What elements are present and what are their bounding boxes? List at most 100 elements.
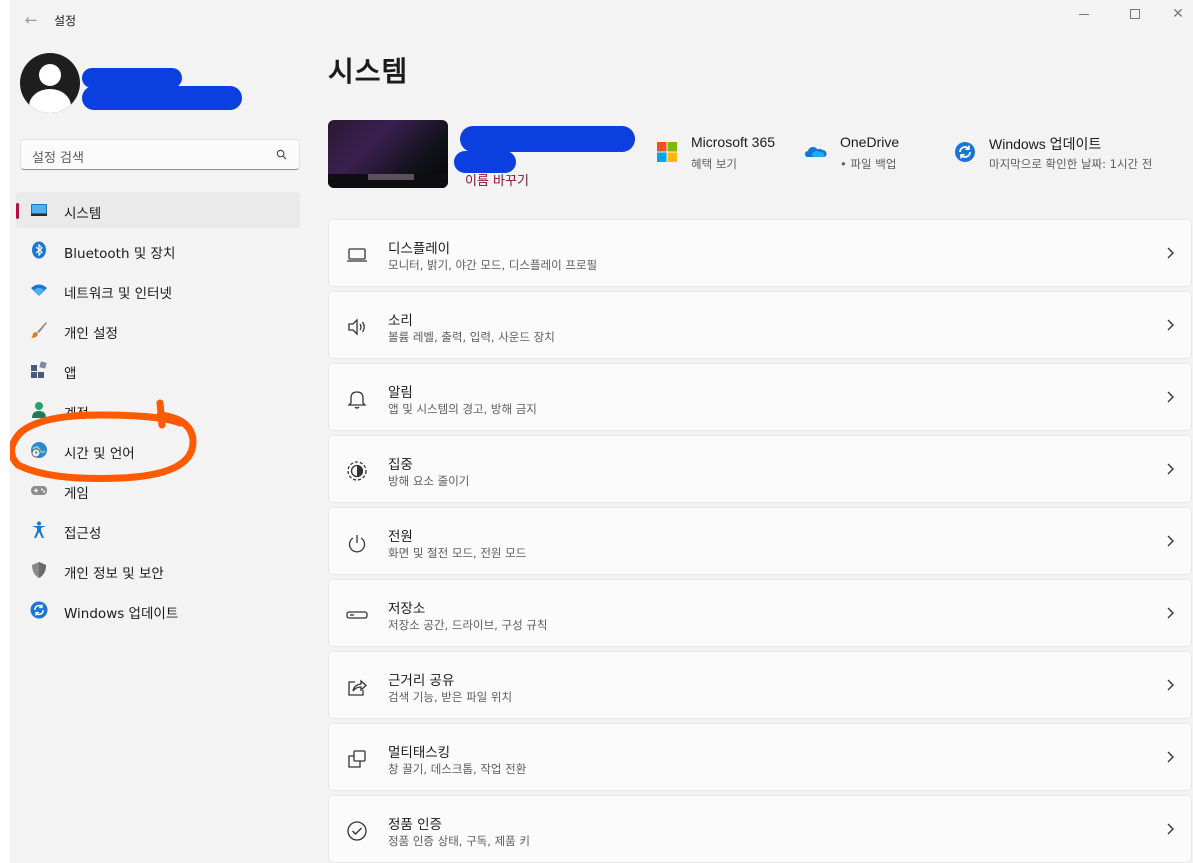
sidebar-item-label: 개인 정보 및 보안 bbox=[64, 566, 164, 582]
settings-row-subtitle: 저장소 공간, 드라이브, 구성 규칙 bbox=[388, 618, 548, 632]
settings-row-title: 집중 bbox=[388, 457, 413, 473]
rename-link[interactable]: 이름 바꾸기 bbox=[465, 170, 529, 189]
sidebar-item-label: 시스템 bbox=[64, 206, 102, 222]
wifi-icon bbox=[31, 284, 47, 296]
onedrive-card[interactable]: OneDrive • 파일 백업 bbox=[804, 134, 944, 174]
onedrive-subtitle: • 파일 백업 bbox=[840, 157, 897, 171]
redacted-name bbox=[82, 68, 182, 88]
sidebar-item-network[interactable]: 네트워크 및 인터넷 bbox=[16, 272, 300, 308]
chevron-right-icon bbox=[1167, 319, 1174, 331]
bell-icon bbox=[347, 391, 367, 409]
settings-row-title: 근거리 공유 bbox=[388, 673, 455, 689]
left-edge bbox=[0, 0, 10, 863]
sidebar-item-accessibility[interactable]: 접근성 bbox=[16, 512, 300, 548]
sidebar-item-label: 시간 및 언어 bbox=[64, 446, 135, 462]
speaker-icon bbox=[348, 318, 365, 336]
page-title: 시스템 bbox=[328, 55, 409, 88]
sidebar-item-gaming[interactable]: 게임 bbox=[16, 472, 300, 508]
settings-row-title: 알림 bbox=[388, 385, 413, 401]
sidebar-item-personalization[interactable]: 개인 설정 bbox=[16, 312, 300, 348]
settings-row-subtitle: 방해 요소 줄이기 bbox=[388, 474, 470, 488]
monitor-icon bbox=[31, 204, 47, 216]
power-icon bbox=[348, 535, 366, 553]
maximize-button[interactable] bbox=[1113, 4, 1157, 24]
settings-row-title: 전원 bbox=[388, 529, 413, 545]
chevron-right-icon bbox=[1167, 247, 1174, 259]
chevron-right-icon bbox=[1167, 535, 1174, 547]
sidebar-item-privacy-security[interactable]: 개인 정보 및 보안 bbox=[16, 552, 300, 588]
sidebar-item-label: 앱 bbox=[64, 366, 77, 382]
onedrive-title: OneDrive bbox=[840, 134, 900, 150]
windows-update-title: Windows 업데이트 bbox=[989, 136, 1102, 152]
close-button[interactable]: ✕ bbox=[1156, 4, 1193, 24]
settings-row-storage[interactable]: 저장소 저장소 공간, 드라이브, 구성 규칙 bbox=[328, 579, 1192, 647]
gamepad-icon bbox=[31, 486, 47, 495]
windows-update-subtitle: 마지막으로 확인한 날짜: 1시간 전 bbox=[989, 157, 1153, 171]
chevron-right-icon bbox=[1167, 823, 1174, 835]
settings-row-notifications[interactable]: 알림 앱 및 시스템의 경고, 방해 금지 bbox=[328, 363, 1192, 431]
sidebar-item-accounts[interactable]: 계정 bbox=[16, 392, 300, 428]
settings-row-activation[interactable]: 정품 인증 정품 인증 상태, 구독, 제품 키 bbox=[328, 795, 1192, 863]
shield-icon bbox=[32, 562, 46, 578]
settings-row-subtitle: 화면 및 절전 모드, 전원 모드 bbox=[388, 546, 527, 560]
account-icon bbox=[32, 402, 46, 418]
sidebar-item-label: 네트워크 및 인터넷 bbox=[64, 286, 172, 302]
search-box[interactable]: 설정 검색 bbox=[20, 139, 300, 170]
microsoft365-title: Microsoft 365 bbox=[691, 134, 776, 150]
update-icon bbox=[30, 601, 48, 619]
settings-row-title: 정품 인증 bbox=[388, 817, 442, 833]
settings-row-subtitle: 앱 및 시스템의 경고, 방해 금지 bbox=[388, 402, 537, 416]
settings-row-focus[interactable]: 집중 방해 요소 줄이기 bbox=[328, 435, 1192, 503]
settings-row-subtitle: 볼륨 레벨, 출력, 입력, 사운드 장치 bbox=[388, 330, 555, 344]
back-button[interactable]: ← bbox=[20, 10, 42, 30]
sidebar-item-time-language[interactable]: 시간 및 언어 bbox=[16, 432, 300, 468]
sidebar-item-windows-update[interactable]: Windows 업데이트 bbox=[16, 592, 300, 628]
avatar[interactable] bbox=[20, 53, 80, 113]
settings-row-title: 저장소 bbox=[388, 601, 426, 617]
sidebar-item-apps[interactable]: 앱 bbox=[16, 352, 300, 388]
settings-row-power[interactable]: 전원 화면 및 절전 모드, 전원 모드 bbox=[328, 507, 1192, 575]
sidebar-item-bluetooth[interactable]: Bluetooth 및 장치 bbox=[16, 232, 300, 268]
settings-row-subtitle: 정품 인증 상태, 구독, 제품 키 bbox=[388, 834, 530, 848]
settings-row-display[interactable]: 디스플레이 모니터, 밝기, 야간 모드, 디스플레이 프로필 bbox=[328, 219, 1192, 287]
sidebar-item-label: 접근성 bbox=[64, 526, 102, 542]
sidebar-item-label: Windows 업데이트 bbox=[64, 606, 179, 622]
active-indicator bbox=[16, 203, 19, 219]
microsoft365-card[interactable]: Microsoft 365 혜택 보기 bbox=[655, 134, 795, 174]
redacted-email bbox=[82, 86, 242, 110]
settings-row-title: 디스플레이 bbox=[388, 241, 451, 257]
share-icon bbox=[348, 679, 367, 696]
focus-icon bbox=[347, 461, 367, 481]
settings-row-nearby-sharing[interactable]: 근거리 공유 검색 기능, 받은 파일 위치 bbox=[328, 651, 1192, 719]
microsoft365-subtitle: 혜택 보기 bbox=[691, 157, 737, 171]
settings-window: ← 설정 ✕ 설정 검색 시스템 Bluetooth 및 장치 네트워크 및 인… bbox=[10, 0, 1193, 863]
title-bar: ← 설정 ✕ bbox=[10, 0, 1193, 40]
minimize-button[interactable] bbox=[1062, 4, 1106, 24]
settings-row-multitasking[interactable]: 멀티태스킹 창 끌기, 데스크톱, 작업 전환 bbox=[328, 723, 1192, 791]
settings-row-subtitle: 창 끌기, 데스크톱, 작업 전환 bbox=[388, 762, 527, 776]
multitask-icon bbox=[348, 750, 366, 768]
chevron-right-icon bbox=[1167, 679, 1174, 691]
sidebar-item-system[interactable]: 시스템 bbox=[16, 192, 300, 228]
brush-icon bbox=[31, 322, 47, 338]
close-icon: ✕ bbox=[1172, 6, 1184, 22]
settings-row-sound[interactable]: 소리 볼륨 레벨, 출력, 입력, 사운드 장치 bbox=[328, 291, 1192, 359]
apps-icon bbox=[31, 361, 47, 378]
chevron-right-icon bbox=[1167, 607, 1174, 619]
sidebar-item-label: 게임 bbox=[64, 486, 89, 502]
globe-clock-icon bbox=[31, 442, 47, 458]
search-placeholder: 설정 검색 bbox=[32, 151, 84, 166]
app-title: 설정 bbox=[54, 14, 77, 28]
sidebar-nav: 시스템 Bluetooth 및 장치 네트워크 및 인터넷 개인 설정 앱 계정… bbox=[16, 192, 300, 632]
minimize-icon bbox=[1079, 13, 1089, 15]
system-settings-list: 디스플레이 모니터, 밝기, 야간 모드, 디스플레이 프로필 소리 볼륨 레벨… bbox=[328, 219, 1192, 863]
storage-icon bbox=[346, 611, 368, 619]
chevron-right-icon bbox=[1167, 391, 1174, 403]
settings-row-title: 소리 bbox=[388, 313, 413, 329]
sidebar-item-label: 개인 설정 bbox=[64, 326, 118, 342]
chevron-right-icon bbox=[1167, 751, 1174, 763]
chevron-right-icon bbox=[1167, 463, 1174, 475]
windows-update-card[interactable]: Windows 업데이트 마지막으로 확인한 날짜: 1시간 전 bbox=[953, 134, 1183, 174]
check-circle-icon bbox=[347, 821, 367, 841]
search-icon bbox=[276, 149, 287, 160]
